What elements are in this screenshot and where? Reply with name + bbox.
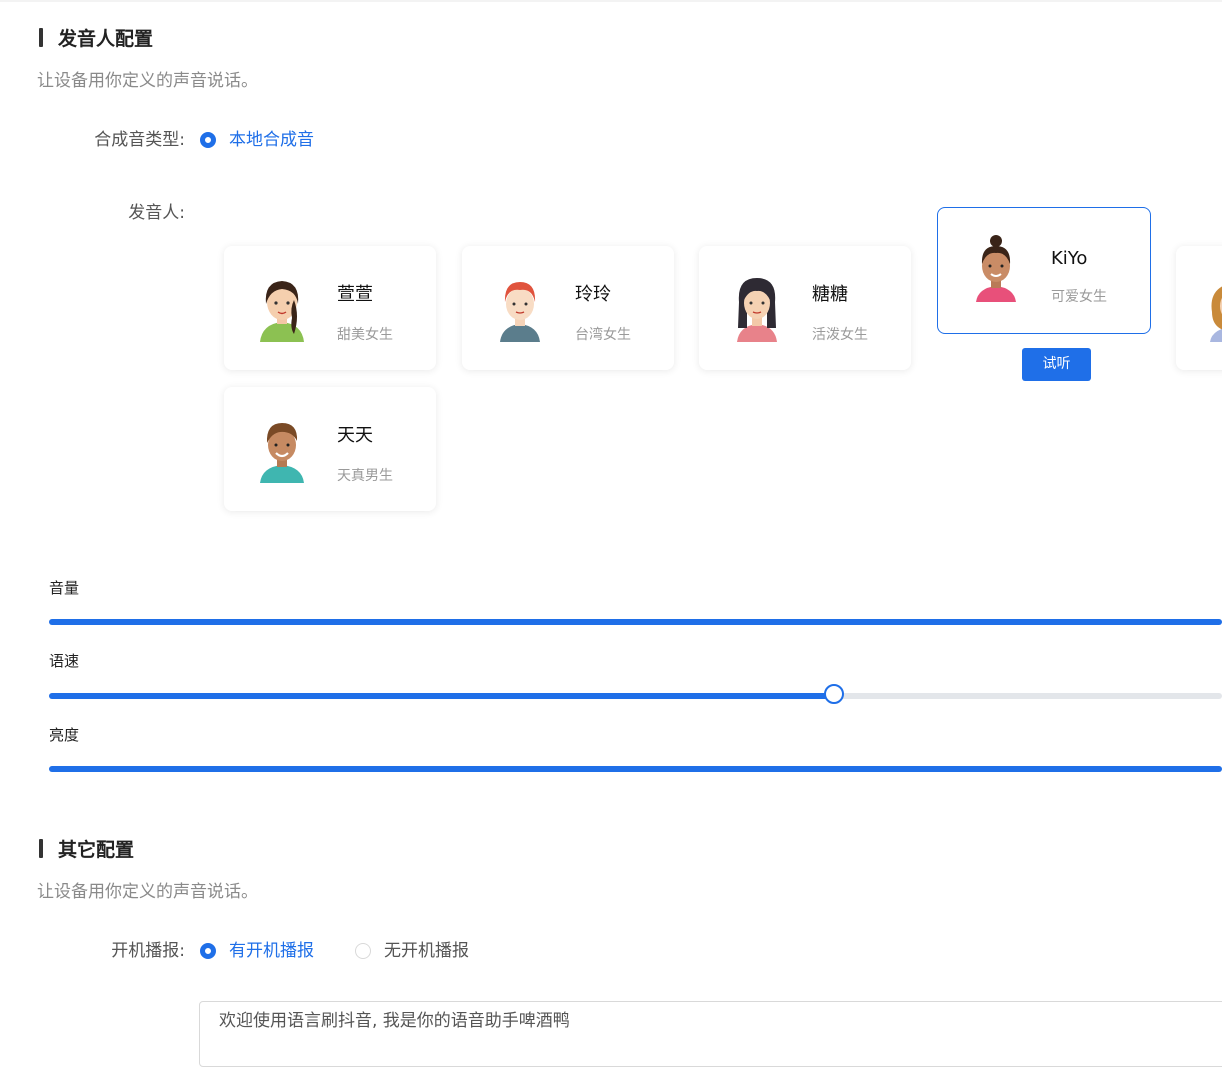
speaker-card-kiyo[interactable]: KiYo 可爱女生 <box>937 207 1151 334</box>
other-section-title: 其它配置 <box>58 839 135 861</box>
section-marker <box>39 839 43 858</box>
speaker-name: 天天 <box>337 425 373 446</box>
speaker-card-xuanxuan[interactable]: 萱萱 甜美女生 <box>224 246 436 370</box>
speaker-card-tiantian[interactable]: 天天 天真男生 <box>224 387 436 511</box>
boot-broadcast-label: 开机播报: <box>111 941 185 961</box>
voice-section-title: 发音人配置 <box>58 28 154 50</box>
speaker-desc: 甜美女生 <box>337 327 393 343</box>
synth-type-option[interactable]: 本地合成音 <box>229 129 314 151</box>
try-listen-button[interactable]: 试听 <box>1022 348 1091 381</box>
speed-slider-thumb[interactable] <box>823 684 844 704</box>
speaker-name: 糖糖 <box>812 284 848 305</box>
girl-bun-avatar-icon <box>976 235 1016 302</box>
volume-slider[interactable] <box>49 619 1222 625</box>
speaker-desc: 活泼女生 <box>812 327 868 343</box>
boot-off-option[interactable]: 无开机播报 <box>384 940 469 962</box>
boot-on-option[interactable]: 有开机播报 <box>229 940 314 962</box>
boot-off-radio[interactable] <box>355 943 371 959</box>
boot-text-input[interactable]: 欢迎使用语言刷抖音, 我是你的语音助手啤酒鸭 <box>199 1001 1222 1067</box>
top-divider <box>0 0 1222 2</box>
speaker-name: 玲玲 <box>575 284 611 305</box>
brightness-slider[interactable] <box>49 766 1222 772</box>
speed-slider[interactable] <box>49 684 1222 704</box>
speaker-desc: 天真男生 <box>337 468 393 484</box>
speaker-card-lingling[interactable]: 玲玲 台湾女生 <box>462 246 674 370</box>
speed-label: 语速 <box>49 652 80 670</box>
synth-type-label: 合成音类型: <box>94 130 185 150</box>
voice-section-description: 让设备用你定义的声音说话。 <box>37 71 258 91</box>
brightness-label: 亮度 <box>49 726 80 744</box>
brightness-slider-fill <box>49 766 1222 772</box>
speed-slider-fill <box>49 693 835 699</box>
boot-on-radio[interactable] <box>200 943 216 959</box>
partial-avatar-icon <box>1210 286 1222 342</box>
speaker-card-partial[interactable] <box>1176 246 1222 370</box>
boy-avatar-icon <box>260 423 304 483</box>
volume-slider-fill <box>49 619 1222 625</box>
speaker-name: 萱萱 <box>337 284 373 305</box>
speaker-desc: 可爱女生 <box>1051 289 1107 305</box>
other-section-description: 让设备用你定义的声音说话。 <box>37 882 258 902</box>
girl-braid-avatar-icon <box>260 281 304 342</box>
girl-darkhair-avatar-icon <box>737 278 777 342</box>
section-marker <box>39 28 43 47</box>
synth-type-radio[interactable] <box>200 132 216 148</box>
girl-redhair-avatar-icon <box>500 282 540 342</box>
speaker-card-tangtang[interactable]: 糖糖 活泼女生 <box>699 246 911 370</box>
speaker-desc: 台湾女生 <box>575 327 631 343</box>
volume-label: 音量 <box>49 579 80 597</box>
speaker-name: KiYo <box>1051 248 1088 269</box>
speaker-label: 发音人: <box>128 203 185 223</box>
